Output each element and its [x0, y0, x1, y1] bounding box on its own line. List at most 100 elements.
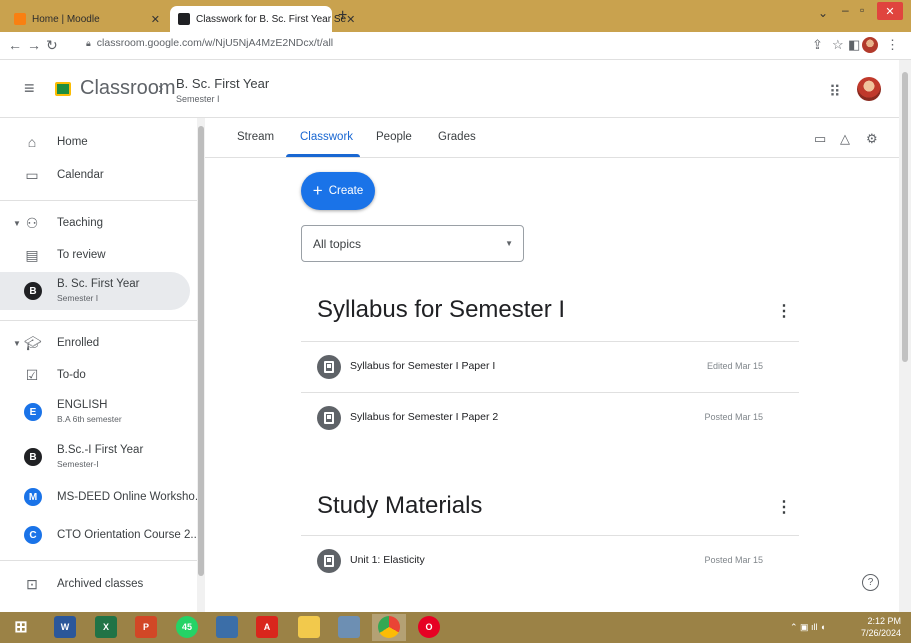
- word-app-icon[interactable]: W: [54, 616, 76, 638]
- forward-icon[interactable]: →: [27, 37, 41, 53]
- calendar-icon: ▭: [25, 166, 39, 183]
- classwork-item-title: Syllabus for Semester I Paper I: [350, 360, 496, 372]
- create-label: Create: [328, 185, 364, 197]
- google-drive-icon[interactable]: △: [840, 131, 850, 147]
- tab-stream[interactable]: Stream: [237, 131, 274, 143]
- classroom-logo-icon[interactable]: [55, 82, 71, 96]
- sidebar-item-label: ENGLISH: [57, 399, 108, 411]
- page-scrollbar-thumb[interactable]: [902, 72, 908, 362]
- google-calendar-icon[interactable]: ▭: [814, 131, 826, 147]
- sidebar-item-todo[interactable]: ☑ To-do: [0, 356, 190, 394]
- lock-icon: 🔒︎: [86, 38, 91, 48]
- reload-icon[interactable]: ↻: [46, 37, 58, 54]
- graduation-cap-icon: 🎓︎: [24, 334, 42, 351]
- maximize-icon[interactable]: ▫: [860, 3, 864, 17]
- plus-icon: +: [312, 181, 323, 200]
- classwork-item-date: Posted Mar 15: [704, 555, 763, 565]
- sidebar-item-calendar[interactable]: ▭ Calendar: [0, 156, 190, 194]
- page-scrollbar[interactable]: [899, 60, 911, 612]
- help-icon[interactable]: ?: [862, 574, 879, 591]
- browser-tab-moodle[interactable]: Home | Moodle ✕: [6, 6, 168, 32]
- sidebar-item-class-english[interactable]: E ENGLISH B.A 6th semester: [0, 393, 190, 431]
- topics-filter-value: All topics: [313, 237, 362, 251]
- review-folder-icon: ▤: [25, 246, 39, 263]
- notes-app-icon[interactable]: [216, 616, 238, 638]
- chrome-app-icon[interactable]: [378, 616, 400, 638]
- sidebar-divider: [0, 560, 205, 561]
- class-tabs: Stream Classwork People Grades: [205, 118, 899, 158]
- tab-grades[interactable]: Grades: [438, 131, 476, 143]
- account-avatar[interactable]: [857, 77, 881, 101]
- clock-date: 7/26/2024: [860, 628, 901, 638]
- class-settings-gear-icon[interactable]: ⚙: [866, 131, 878, 147]
- clock[interactable]: 2:12 PM 7/26/2024: [861, 615, 901, 639]
- create-button[interactable]: + Create: [301, 172, 375, 210]
- powerpoint-app-icon[interactable]: P: [135, 616, 157, 638]
- sidebar-item-class-cto[interactable]: C CTO Orientation Course 2...: [0, 516, 200, 554]
- sidebar-scrollbar-thumb[interactable]: [198, 126, 204, 576]
- tab-title: Classwork for B. Sc. First Year Se: [196, 13, 347, 25]
- collapse-caret-icon[interactable]: ▼: [13, 219, 21, 228]
- people-icon: ⚇: [25, 214, 39, 231]
- sidebar-item-sublabel: Semester-I: [57, 459, 99, 469]
- collapse-caret-icon[interactable]: ▼: [13, 339, 21, 348]
- topic-more-options-icon[interactable]: ⋮: [776, 497, 792, 517]
- whatsapp-app-icon[interactable]: 45: [176, 616, 198, 638]
- google-apps-icon[interactable]: ⠿: [829, 82, 841, 102]
- acrobat-app-icon[interactable]: A: [256, 616, 278, 638]
- classwork-item-date: Edited Mar 15: [706, 361, 763, 371]
- close-tab-icon[interactable]: ✕: [346, 13, 355, 26]
- tab-search-icon[interactable]: ⌄: [818, 6, 828, 20]
- bookmark-star-icon[interactable]: ☆: [832, 37, 844, 53]
- archive-icon: ⊡: [26, 575, 38, 592]
- sidebar-item-class-bsc-first-year[interactable]: B B. Sc. First Year Semester I: [0, 272, 190, 310]
- browser-tab-classwork[interactable]: Classwork for B. Sc. First Year Se ✕: [170, 6, 355, 32]
- sidebar-item-sublabel: B.A 6th semester: [57, 414, 122, 424]
- classwork-item[interactable]: Syllabus for Semester I Paper 2 Posted M…: [301, 393, 799, 443]
- browser-menu-icon[interactable]: ⋮: [886, 37, 899, 53]
- browser-profile-avatar[interactable]: [862, 37, 878, 53]
- system-tray-icons[interactable]: ⌃ ▣ ıll ◖: [790, 622, 825, 633]
- sidebar-item-label: Calendar: [57, 169, 104, 181]
- class-avatar: B: [24, 448, 42, 466]
- topics-filter-select[interactable]: All topics ▼: [301, 225, 524, 262]
- minimize-icon[interactable]: –: [842, 3, 849, 17]
- moodle-favicon-icon: [14, 13, 26, 25]
- sidebar-scrollbar[interactable]: [197, 118, 205, 612]
- classwork-item[interactable]: Unit 1: Elasticity Posted Mar 15: [301, 536, 799, 586]
- main-menu-icon[interactable]: ≡: [24, 78, 35, 99]
- sidebar-item-label: MS-DEED Online Worksho...: [57, 491, 205, 503]
- opera-app-icon[interactable]: O: [418, 616, 440, 638]
- share-icon[interactable]: ⇪: [812, 37, 823, 53]
- sidebar-item-class-bsc-i[interactable]: B B.Sc.-I First Year Semester-I: [0, 438, 190, 476]
- tab-people[interactable]: People: [376, 131, 412, 143]
- close-tab-icon[interactable]: ✕: [151, 13, 160, 26]
- windows-start-icon[interactable]: ⊞: [10, 616, 32, 638]
- topic-more-options-icon[interactable]: ⋮: [776, 301, 792, 321]
- calculator-app-icon[interactable]: [338, 616, 360, 638]
- back-icon[interactable]: ←: [8, 37, 22, 53]
- topic-title[interactable]: Study Materials: [317, 492, 482, 520]
- classwork-item[interactable]: Syllabus for Semester I Paper I Edited M…: [301, 342, 799, 392]
- classwork-item-title: Syllabus for Semester I Paper 2: [350, 411, 499, 423]
- sidebar: ⌂ Home ▭ Calendar ▼ ⚇ Teaching ▤ To revi…: [0, 118, 205, 612]
- class-title[interactable]: B. Sc. First Year: [176, 76, 269, 91]
- tab-classwork[interactable]: Classwork: [300, 131, 353, 143]
- side-panel-icon[interactable]: ◧: [848, 37, 860, 53]
- sidebar-item-label: CTO Orientation Course 2...: [57, 529, 200, 541]
- sidebar-item-label: B.Sc.-I First Year: [57, 444, 144, 456]
- sidebar-item-label: Enrolled: [57, 337, 100, 349]
- sidebar-item-to-review[interactable]: ▤ To review: [0, 236, 190, 274]
- file-explorer-icon[interactable]: [298, 616, 320, 638]
- sidebar-item-label: Home: [57, 136, 88, 148]
- excel-app-icon[interactable]: X: [95, 616, 117, 638]
- url-field[interactable]: 🔒︎ classroom.google.com/w/NjU5NjA4MzE2NDc…: [86, 37, 333, 49]
- sidebar-item-archived[interactable]: ⊡ Archived classes: [0, 565, 190, 603]
- close-window-icon[interactable]: ✕: [877, 2, 903, 20]
- sidebar-divider: [0, 320, 205, 321]
- topic-title[interactable]: Syllabus for Semester I: [317, 296, 565, 324]
- sidebar-item-sublabel: Semester I: [57, 293, 99, 303]
- new-tab-icon[interactable]: +: [338, 7, 347, 25]
- material-doc-icon: [317, 406, 341, 430]
- sidebar-item-class-ms-deed[interactable]: M MS-DEED Online Worksho...: [0, 478, 204, 516]
